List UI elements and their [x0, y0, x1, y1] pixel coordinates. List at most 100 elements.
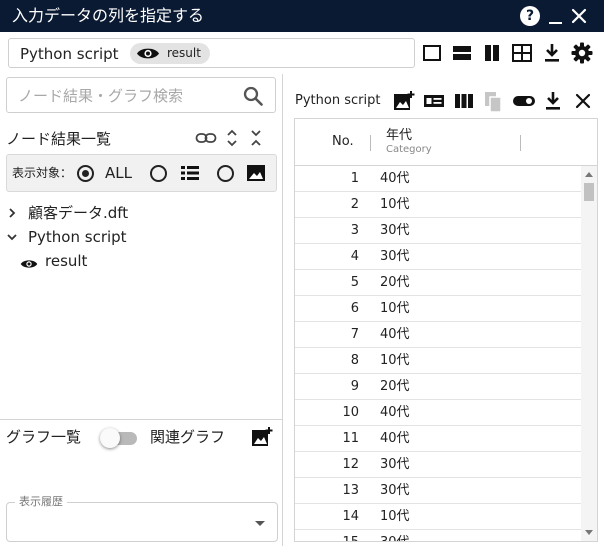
radio-image[interactable] [217, 165, 234, 182]
row-value: 40代 [380, 405, 410, 420]
chevron-down-icon[interactable] [6, 229, 18, 249]
row-number: 10 [342, 405, 359, 420]
close-icon[interactable] [572, 90, 596, 114]
row-number: 7 [350, 327, 359, 342]
vertical-scrollbar[interactable] [581, 166, 597, 541]
single-layout-icon[interactable] [420, 41, 444, 65]
table-row[interactable]: 4 30代 [295, 244, 581, 270]
table-header: No. 年代 Category [295, 119, 597, 166]
breadcrumb-label[interactable]: Python script [20, 45, 119, 63]
table-row[interactable]: 12 30代 [295, 452, 581, 478]
display-filter: 表示対象： ALL [6, 154, 277, 192]
chip-label: result [167, 46, 201, 60]
minimize-icon[interactable] [546, 5, 568, 27]
table-row[interactable]: 1 40代 [295, 166, 581, 192]
eye-icon [136, 46, 160, 65]
window-title: 入力データの列を指定する [12, 6, 205, 25]
row-number: 9 [350, 379, 359, 394]
copy-icon [482, 90, 506, 114]
list-icon [180, 164, 200, 186]
radio-all[interactable] [77, 165, 94, 182]
column-header-age[interactable]: 年代 [386, 128, 412, 144]
gear-icon[interactable] [570, 41, 594, 65]
related-graph-label: 関連グラフ [150, 428, 226, 446]
node-results-title: ノード結果一覧 [6, 130, 112, 148]
result-chip[interactable]: result [130, 43, 210, 64]
column-resizer[interactable] [520, 135, 521, 151]
column-header-no[interactable]: No. [332, 134, 354, 150]
data-table: No. 年代 Category 1 40代 2 10代 3 30代 4 30代 5 20代 6 10代… [294, 118, 598, 542]
table-row[interactable]: 5 20代 [295, 270, 581, 296]
download-icon[interactable] [540, 41, 564, 65]
panel-divider[interactable] [282, 74, 283, 546]
table-row[interactable]: 15 30代 [295, 530, 581, 541]
panel-title: Python script [295, 93, 381, 108]
table-row[interactable]: 8 10代 [295, 348, 581, 374]
row-value: 30代 [380, 223, 410, 238]
link-icon[interactable] [195, 128, 217, 152]
column-type: Category [386, 144, 432, 155]
row-number: 14 [342, 509, 359, 524]
row-number: 12 [342, 457, 359, 472]
expand-all-icon[interactable] [225, 128, 239, 152]
scroll-down-icon[interactable] [585, 530, 593, 535]
section-divider [0, 419, 282, 420]
table-row[interactable]: 11 40代 [295, 426, 581, 452]
row-number: 6 [350, 301, 359, 316]
history-select[interactable]: 表示履歴 [6, 495, 278, 542]
table-row[interactable]: 14 10代 [295, 504, 581, 530]
radio-all-label[interactable]: ALL [105, 164, 132, 182]
table-row[interactable]: 7 40代 [295, 322, 581, 348]
help-icon[interactable]: ? [520, 5, 542, 27]
row-number: 11 [342, 431, 359, 446]
row-value: 20代 [380, 379, 410, 394]
card-list-icon[interactable] [423, 90, 447, 114]
collapse-all-icon[interactable] [249, 128, 263, 152]
chevron-down-icon[interactable] [255, 521, 265, 526]
add-image-icon[interactable] [393, 90, 417, 114]
row-number: 4 [350, 249, 359, 264]
title-bar: 入力データの列を指定する ? [0, 0, 604, 32]
toggle-icon[interactable] [512, 90, 536, 114]
search-icon[interactable] [241, 84, 265, 112]
radio-list[interactable] [150, 165, 167, 182]
table-row[interactable]: 6 10代 [295, 296, 581, 322]
columns-icon[interactable] [453, 90, 477, 114]
chevron-right-icon[interactable] [6, 205, 18, 225]
table-row[interactable]: 10 40代 [295, 400, 581, 426]
row-value: 20代 [380, 275, 410, 290]
row-number: 5 [350, 275, 359, 290]
scroll-thumb[interactable] [584, 183, 594, 201]
tree-item-label: 顧客データ.dft [28, 204, 129, 222]
search-box[interactable]: ノード結果・グラフ検索 [6, 77, 276, 113]
horizontal-split-icon[interactable] [450, 41, 474, 65]
table-row[interactable]: 3 30代 [295, 218, 581, 244]
table-row[interactable]: 13 30代 [295, 478, 581, 504]
row-value: 10代 [380, 353, 410, 368]
vertical-split-icon[interactable] [480, 41, 504, 65]
column-resizer[interactable] [370, 135, 371, 151]
close-icon[interactable] [568, 5, 590, 27]
tree-item-python-script[interactable]: Python script [0, 226, 280, 248]
tree-item-customer-data[interactable]: 顧客データ.dft [0, 202, 280, 224]
row-value: 10代 [380, 301, 410, 316]
tree-item-result[interactable]: result [0, 250, 280, 272]
tree-item-label: result [45, 252, 88, 270]
graph-list-title: グラフ一覧 [6, 428, 82, 446]
breadcrumb: Python script result [8, 38, 415, 68]
table-row[interactable]: 9 20代 [295, 374, 581, 400]
grid-layout-icon[interactable] [510, 41, 534, 65]
add-image-icon[interactable] [251, 426, 273, 452]
download-icon[interactable] [542, 90, 566, 114]
scroll-up-icon[interactable] [585, 172, 593, 177]
table-row[interactable]: 2 10代 [295, 192, 581, 218]
row-value: 40代 [380, 327, 410, 342]
image-icon [246, 164, 266, 186]
related-graph-toggle-knob[interactable] [100, 428, 120, 448]
eye-icon [20, 255, 38, 274]
row-value: 30代 [380, 535, 410, 541]
row-value: 30代 [380, 483, 410, 498]
row-value: 30代 [380, 457, 410, 472]
row-value: 10代 [380, 509, 410, 524]
row-number: 15 [295, 535, 359, 541]
